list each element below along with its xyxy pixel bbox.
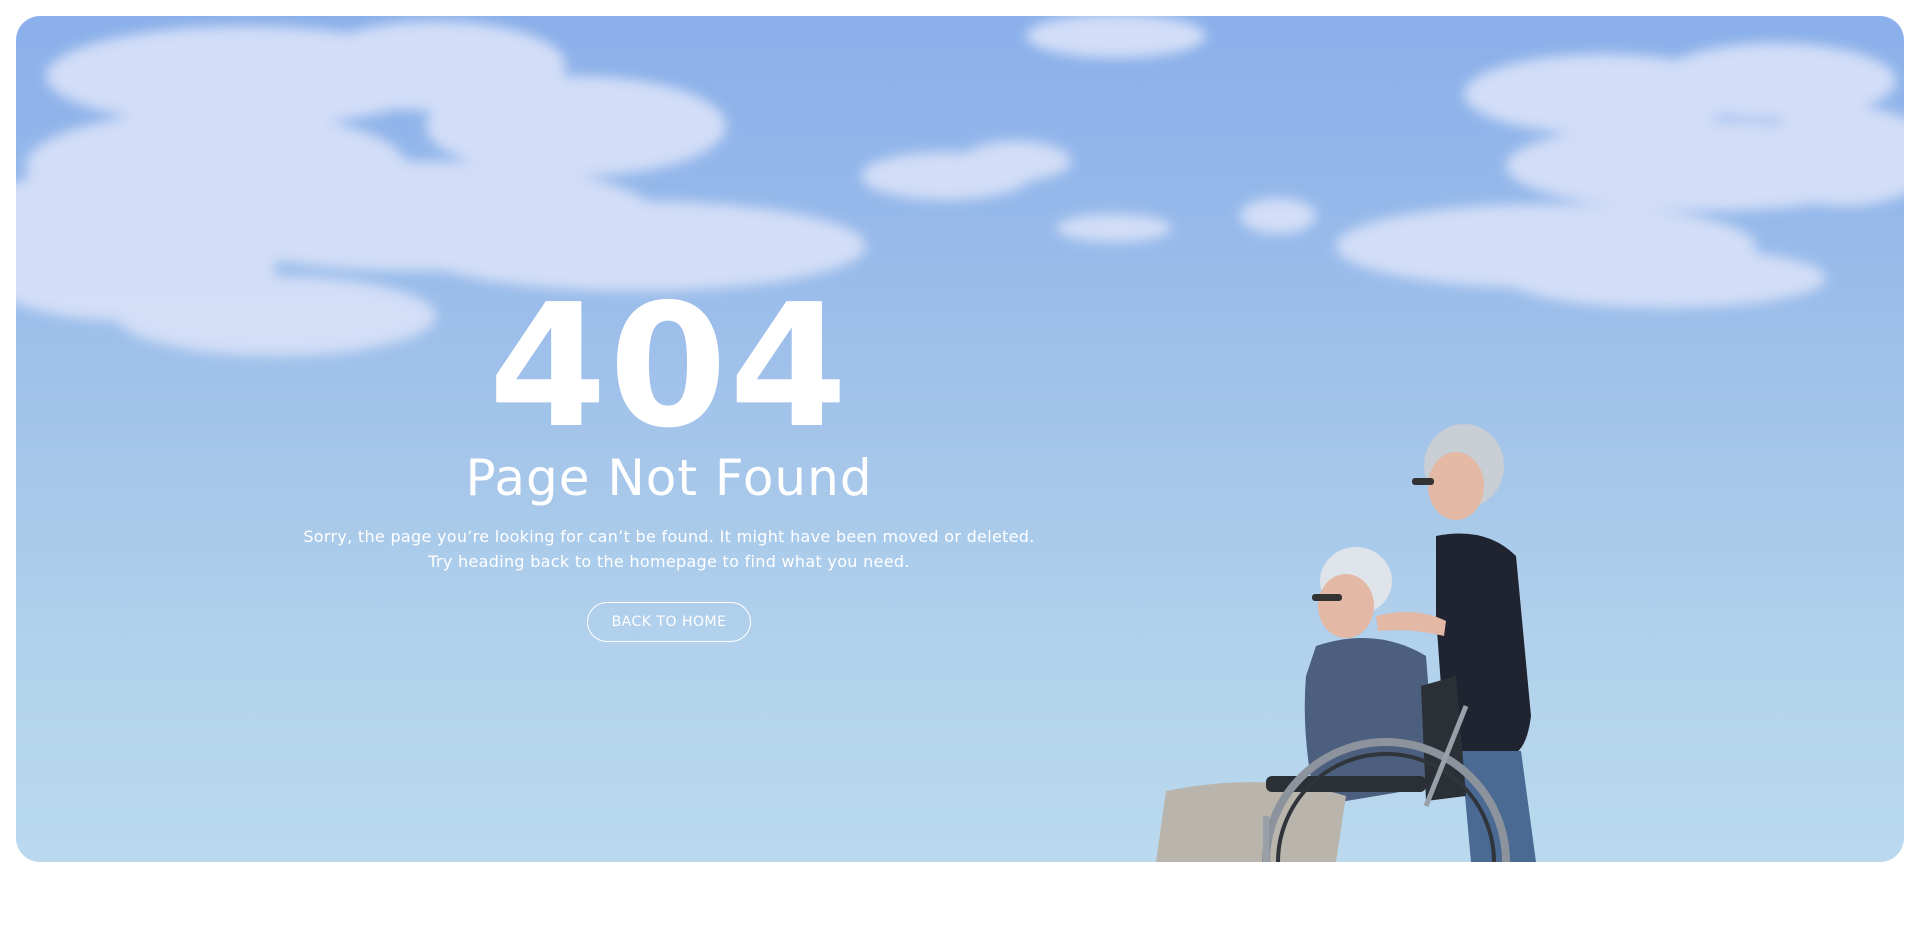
error-code: 404 (488, 268, 850, 466)
error-message-line-2: Try heading back to the homepage to find… (428, 552, 910, 571)
couple-figure (1156, 424, 1536, 862)
error-message-line-1: Sorry, the page you’re looking for can’t… (303, 527, 1035, 546)
hero-banner: 404 Page Not Found Sorry, the page you’r… (16, 16, 1904, 862)
error-message: Sorry, the page you’re looking for can’t… (274, 524, 1064, 574)
error-content: 404 Page Not Found Sorry, the page you’r… (274, 272, 1064, 642)
back-to-home-button[interactable]: BACK TO HOME (586, 602, 752, 642)
error-title: Page Not Found (465, 449, 873, 507)
